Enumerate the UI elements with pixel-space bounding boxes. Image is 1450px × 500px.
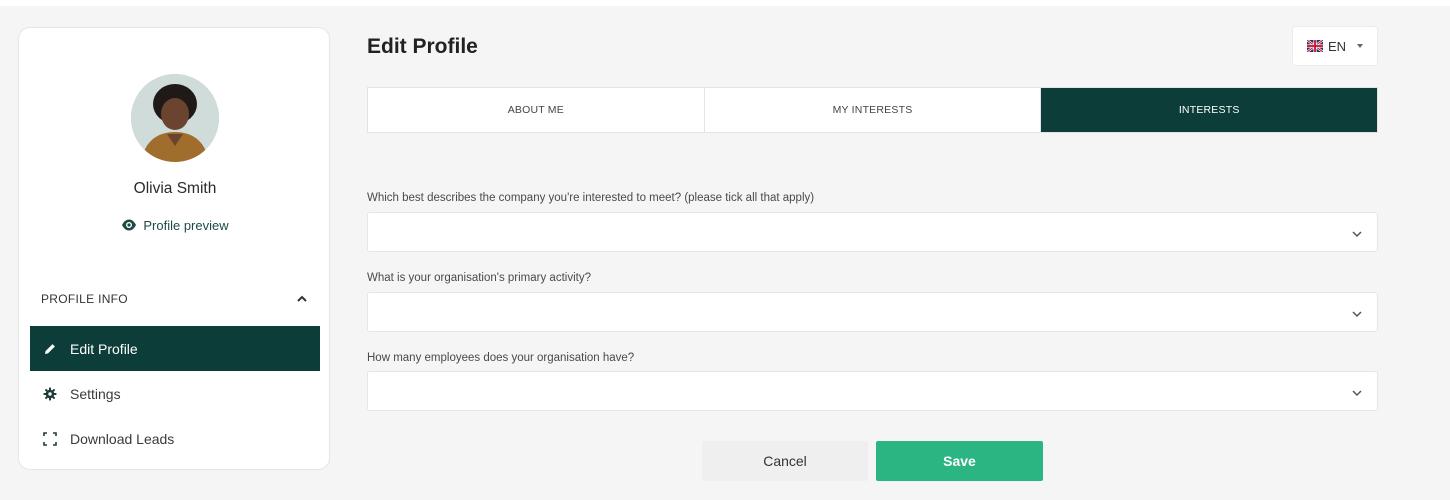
pencil-icon [42, 341, 58, 357]
chevron-down-icon [1351, 386, 1363, 398]
chevron-down-icon [1351, 307, 1363, 319]
sidebar-item-label: Download Leads [70, 430, 175, 447]
eye-icon [121, 217, 137, 233]
company-type-select[interactable] [367, 212, 1378, 252]
sidebar-item-label: Settings [70, 385, 121, 402]
scan-frame-icon [42, 431, 58, 447]
sidebar-item-edit-profile[interactable]: Edit Profile [30, 326, 320, 371]
question-employees-label: How many employees does your organisatio… [367, 352, 635, 364]
user-name: Olivia Smith [133, 180, 217, 197]
caret-down-icon [1357, 44, 1364, 48]
employees-select[interactable] [367, 371, 1378, 411]
question-primary-activity-label: What is your organisation's primary acti… [367, 272, 591, 284]
primary-activity-select[interactable] [367, 292, 1378, 332]
page-title: Edit Profile [367, 35, 478, 58]
profile-preview-label: Profile preview [143, 217, 229, 233]
profile-sidebar: Olivia Smith Profile preview PROFILE INF… [18, 27, 330, 470]
save-button[interactable]: Save [876, 441, 1043, 481]
chevron-down-icon [1351, 227, 1363, 239]
gear-icon [42, 386, 58, 402]
sidebar-item-label: Edit Profile [70, 340, 138, 357]
language-selector[interactable]: EN [1292, 26, 1378, 66]
tab-about-me[interactable]: ABOUT ME [368, 88, 705, 132]
uk-flag-icon [1306, 39, 1324, 53]
question-company-type-label: Which best describes the company you're … [367, 192, 815, 204]
section-label: PROFILE INFO [41, 292, 128, 306]
chevron-up-icon [295, 292, 309, 306]
cancel-button[interactable]: Cancel [702, 441, 868, 481]
tab-my-interests[interactable]: MY INTERESTS [705, 88, 1042, 132]
sidebar-item-download-leads[interactable]: Download Leads [30, 416, 320, 461]
sidebar-item-settings[interactable]: Settings [30, 371, 320, 416]
avatar [131, 74, 219, 162]
profile-tabs: ABOUT ME MY INTERESTS INTERESTS [367, 87, 1378, 133]
language-value: EN [1327, 38, 1347, 54]
top-strip [0, 0, 1450, 6]
profile-info-section-toggle[interactable]: PROFILE INFO [41, 290, 309, 308]
profile-preview-link[interactable]: Profile preview [19, 217, 331, 233]
tab-interests[interactable]: INTERESTS [1041, 88, 1378, 132]
